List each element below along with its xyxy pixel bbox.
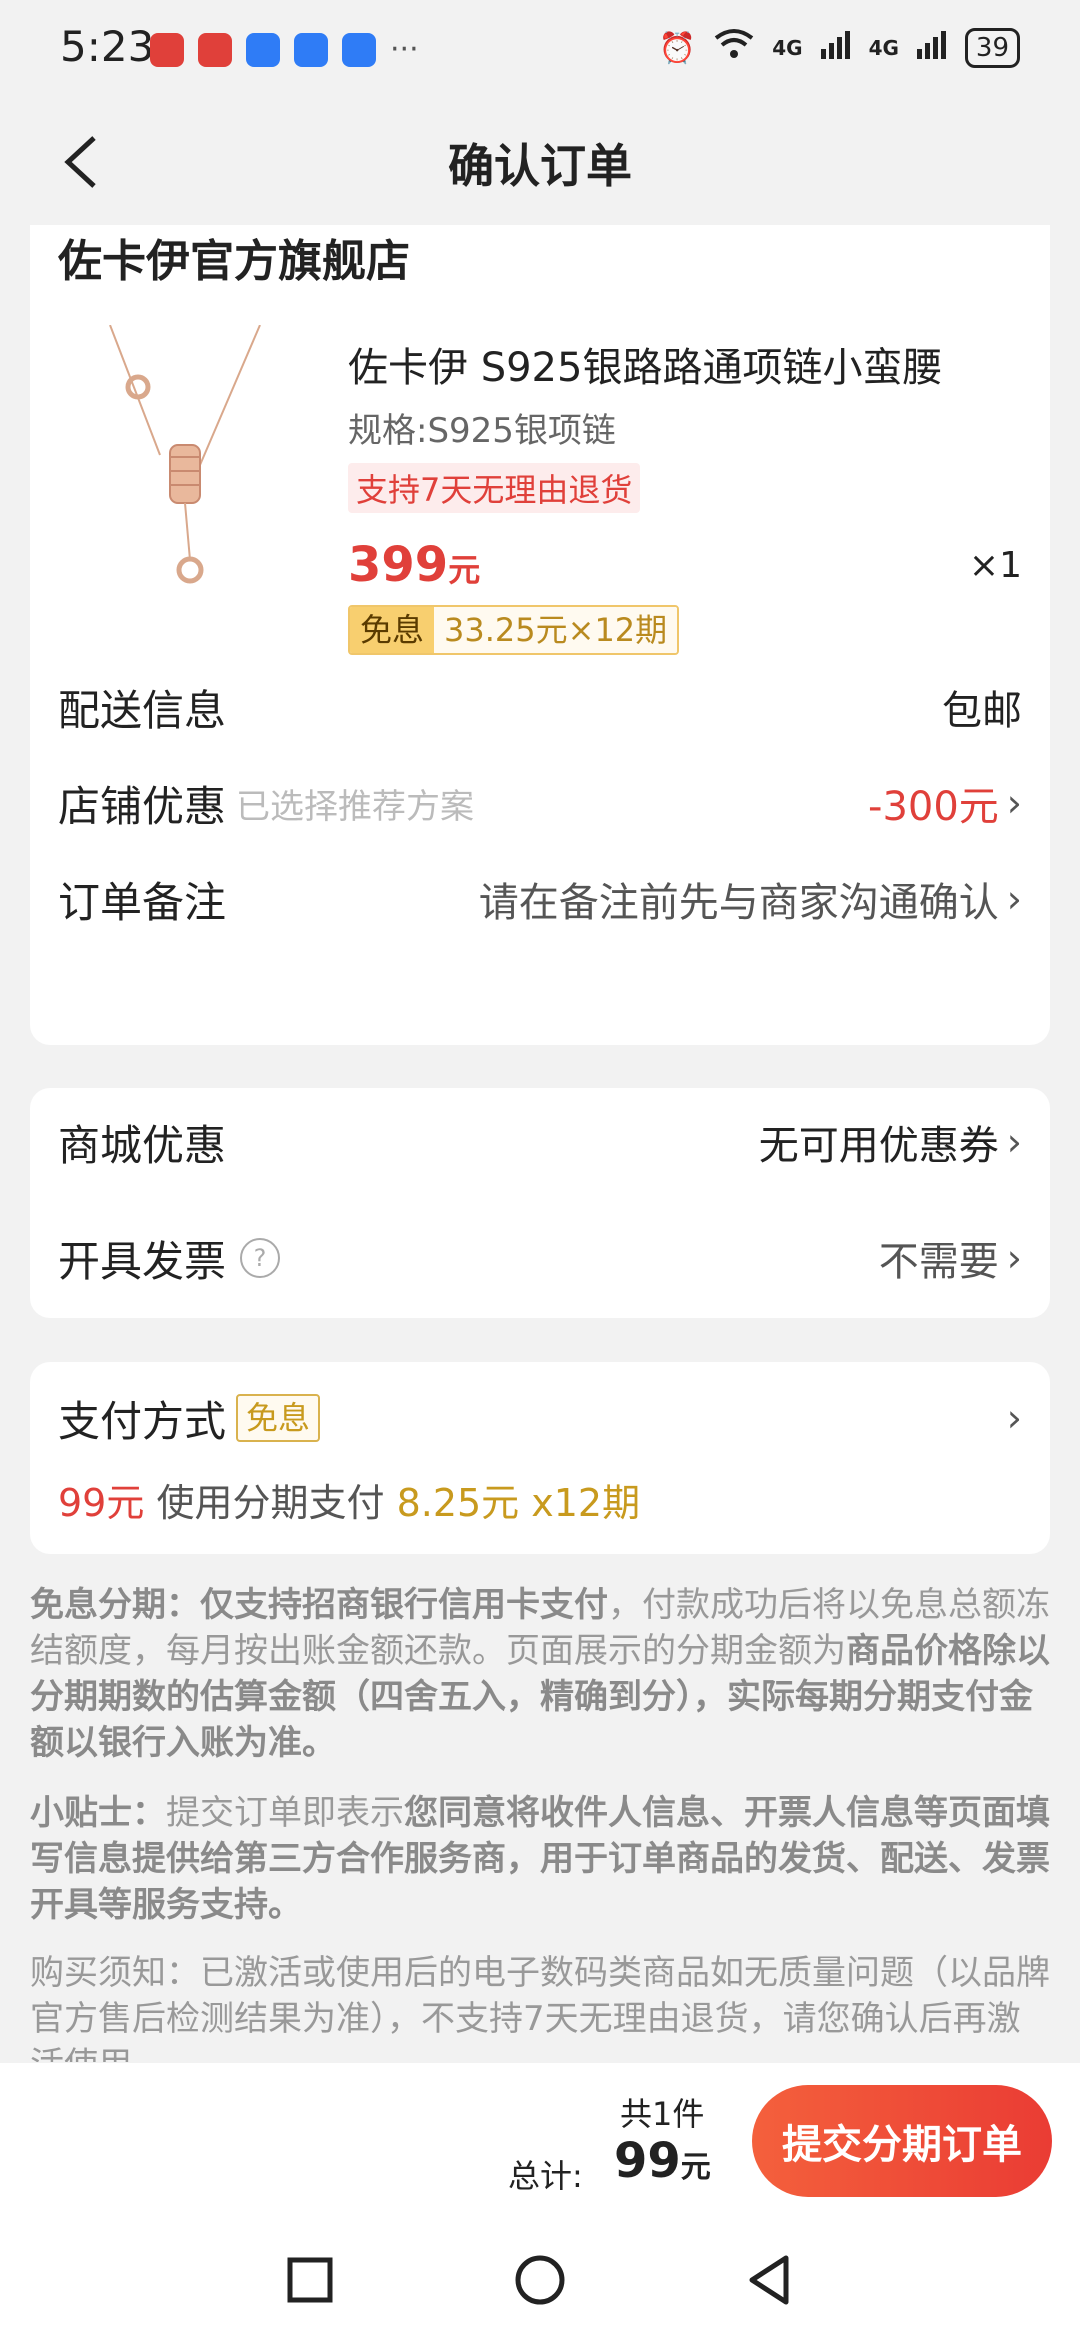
note2-title: 小贴士： (30, 1793, 166, 1833)
purchase-note: 购买须知：已激活或使用后的电子数码类商品如无质量问题（以品牌官方售后检测结果为准… (30, 1950, 1050, 2062)
help-icon[interactable]: ? (240, 1238, 281, 1278)
chevron-right-icon: › (1006, 1396, 1022, 1440)
total-amount: 99元 (614, 2133, 711, 2189)
chevron-right-icon: › (1006, 781, 1022, 825)
shop-discount-label: 店铺优惠 已选择推荐方案 (58, 773, 474, 834)
signal-label-1: 4G (772, 36, 803, 60)
payment-method-row[interactable]: 支付方式 免息 › (58, 1388, 1022, 1448)
delivery-row: 配送信息 包邮 (58, 677, 1022, 737)
mall-discount-value-wrap: 无可用优惠券 › (759, 1113, 1022, 1171)
order-card: 佐卡伊官方旗舰店 佐卡伊 S925银路路通项链小蛮腰 规格:S925银项链 支持… (30, 225, 1050, 1045)
chevron-right-icon: › (1006, 877, 1022, 921)
interest-free-label: 免息 (350, 607, 435, 653)
payment-method-card[interactable]: 支付方式 免息 › 99元 使用分期支付 8.25元 x12期 (30, 1362, 1050, 1554)
tips-note: 小贴士：提交订单即表示您同意将收件人信息、开票人信息等页面填写信息提供给第三方合… (30, 1790, 1050, 1928)
shop-discount-row[interactable]: 店铺优惠 已选择推荐方案 -300元 › (58, 773, 1022, 833)
item-count: 共1件 (620, 2095, 705, 2133)
chevron-right-icon: › (1006, 1120, 1022, 1164)
delivery-label: 配送信息 (58, 685, 227, 735)
payment-desc: 使用分期支付 (156, 1481, 385, 1525)
back-nav-icon[interactable] (740, 2250, 800, 2310)
signal-icon (820, 29, 851, 67)
payment-method-label-wrap: 支付方式 免息 (58, 1388, 321, 1449)
shop-name[interactable]: 佐卡伊官方旗舰店 (58, 225, 410, 289)
price-unit: 元 (448, 551, 481, 589)
product-title[interactable]: 佐卡伊 S925银路路通项链小蛮腰 (348, 335, 1028, 393)
payment-amount: 99元 (58, 1481, 145, 1525)
shop-discount-value: -300元 (868, 784, 999, 830)
delivery-value: 包邮 (942, 688, 1022, 734)
mall-discount-row[interactable]: 商城优惠 无可用优惠券 › (58, 1112, 1022, 1172)
recent-apps-icon[interactable] (280, 2250, 340, 2310)
book-app-icon (198, 32, 232, 67)
installment-note: 免息分期：仅支持招商银行信用卡支付，付款成功后将以免息总额冻结额度，每月按出账金… (30, 1582, 1050, 1766)
signal-label-2: 4G (868, 36, 899, 60)
invoice-label-wrap: 开具发票 ? (58, 1228, 281, 1289)
system-nav-bar (0, 2220, 1080, 2340)
battery-icon: 39 (964, 28, 1020, 68)
coupon-invoice-card: 商城优惠 无可用优惠券 › 开具发票 ? 不需要 › (30, 1088, 1050, 1318)
invoice-row[interactable]: 开具发票 ? 不需要 › (58, 1228, 1022, 1288)
order-remark-row[interactable]: 订单备注 请在备注前先与商家沟通确认 › (58, 869, 1022, 929)
installment-badge: 免息 33.25元×12期 (348, 605, 680, 655)
total-value: 99 (614, 2133, 681, 2189)
home-icon[interactable] (510, 2250, 570, 2310)
mall-discount-value: 无可用优惠券 (758, 1123, 999, 1169)
shop-discount-label-text: 店铺优惠 (58, 781, 227, 831)
invoice-value-wrap: 不需要 › (879, 1229, 1022, 1287)
back-button[interactable] (50, 132, 110, 192)
mall-discount-label: 商城优惠 (58, 1120, 227, 1170)
signal-icon (916, 29, 947, 67)
return-policy-badge: 支持7天无理由退货 (348, 463, 641, 513)
alarm-icon: ⏰ (658, 30, 697, 66)
price-value: 399 (348, 537, 449, 593)
note1-bold: 仅支持招商银行信用卡支付 (200, 1585, 608, 1625)
more-notifications-icon: ··· (390, 32, 419, 67)
status-time: 5:23 (60, 22, 155, 71)
submit-order-button[interactable]: 提交分期订单 (752, 2085, 1052, 2197)
status-indicators: ⏰ 4G 4G 39 (659, 28, 1020, 68)
note3-text: 购买须知：已激活或使用后的电子数码类商品如无质量问题（以品牌官方售后检测结果为准… (30, 1953, 1050, 2062)
chevron-right-icon: › (1006, 1236, 1022, 1280)
invoice-label: 开具发票 (58, 1236, 227, 1286)
wifi-icon (714, 28, 754, 68)
interest-free-badge: 免息 (236, 1394, 321, 1442)
order-remark-value-wrap: 请在备注前先与商家沟通确认 › (479, 870, 1022, 928)
checkout-bar: 共1件 总计: 99元 提交分期订单 (0, 2063, 1080, 2220)
chat-app-icon (342, 32, 376, 67)
payment-summary: 99元 使用分期支付 8.25元 x12期 (58, 1472, 640, 1527)
shield-app-icon (246, 32, 280, 67)
huawei-app-icon (150, 32, 184, 67)
installment-amount: 33.25元×12期 (434, 607, 678, 653)
chevron-left-icon (64, 136, 96, 188)
notification-icons: ··· (150, 32, 419, 67)
total-unit: 元 (680, 2150, 711, 2185)
product-quantity: ×1 (968, 545, 1022, 586)
note1-title: 免息分期： (30, 1585, 200, 1625)
product-image[interactable] (90, 325, 280, 595)
shop-discount-hint: 已选择推荐方案 (236, 786, 475, 827)
total-label: 总计: (508, 2157, 583, 2195)
order-remark-value: 请在备注前先与商家沟通确认 (478, 880, 999, 926)
note2-text: 提交订单即表示 (166, 1793, 404, 1833)
order-remark-label: 订单备注 (58, 877, 227, 927)
payment-method-label: 支付方式 (58, 1396, 227, 1446)
shop-discount-value-wrap: -300元 › (868, 774, 1022, 832)
invoice-value: 不需要 (878, 1239, 999, 1285)
nav-bar: 确认订单 (0, 100, 1080, 225)
message-app-icon (294, 32, 328, 67)
page-title: 确认订单 (448, 138, 632, 193)
product-price: 399元 (348, 537, 480, 593)
payment-installment: 8.25元 x12期 (396, 1481, 641, 1525)
status-bar: 5:23 ··· ⏰ 4G 4G 39 (0, 0, 1080, 100)
product-spec: 规格:S925银项链 (348, 411, 616, 451)
